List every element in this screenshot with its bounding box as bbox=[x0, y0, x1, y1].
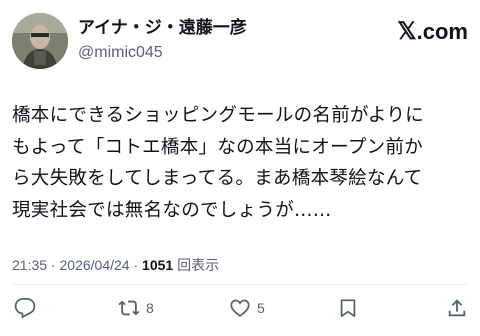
x-com-logo: 𝕏.com bbox=[397, 17, 468, 46]
share-button[interactable] bbox=[446, 292, 468, 324]
repost-button[interactable]: 8 bbox=[118, 292, 154, 324]
avatar[interactable] bbox=[12, 13, 68, 69]
like-button[interactable]: 5 bbox=[229, 292, 265, 324]
views-label: 回表示 bbox=[173, 257, 220, 273]
x-logo-mark: 𝕏 bbox=[397, 18, 417, 45]
avatar-image bbox=[12, 13, 68, 69]
post-header: アイナ・ジ・遠藤一彦 @mimic045 𝕏.com bbox=[12, 12, 468, 70]
heart-icon bbox=[230, 299, 250, 317]
post-time[interactable]: 21:35 bbox=[12, 257, 47, 273]
meta-separator: · bbox=[47, 257, 60, 273]
views-count: 1051 bbox=[142, 257, 174, 273]
post-meta: 21:35 · 2026/04/24 · 1051 回表示 bbox=[12, 255, 219, 275]
action-bar: 8 5 bbox=[0, 292, 480, 324]
bookmark-button[interactable] bbox=[337, 292, 359, 324]
meta-separator-2: · bbox=[129, 257, 143, 273]
author-display-name[interactable]: アイナ・ジ・遠藤一彦 bbox=[78, 17, 247, 39]
repost-icon bbox=[118, 300, 140, 316]
reply-icon bbox=[14, 297, 36, 319]
post-text: 橋本にできるショッピングモールの名前がよりに もよって「コトエ橋本」なの本当にオ… bbox=[12, 105, 424, 221]
post-card: アイナ・ジ・遠藤一彦 @mimic045 𝕏.com 橋本にできるショッピングモ… bbox=[0, 0, 480, 336]
like-count: 5 bbox=[257, 300, 265, 316]
repost-count: 8 bbox=[146, 300, 154, 316]
post-date[interactable]: 2026/04/24 bbox=[60, 257, 130, 273]
reply-button[interactable] bbox=[14, 292, 36, 324]
share-icon bbox=[448, 299, 466, 317]
divider bbox=[12, 284, 468, 285]
bookmark-icon bbox=[340, 299, 356, 318]
author-names: アイナ・ジ・遠藤一彦 @mimic045 bbox=[78, 17, 247, 64]
author-handle[interactable]: @mimic045 bbox=[78, 42, 247, 64]
x-logo-suffix: .com bbox=[416, 19, 468, 44]
